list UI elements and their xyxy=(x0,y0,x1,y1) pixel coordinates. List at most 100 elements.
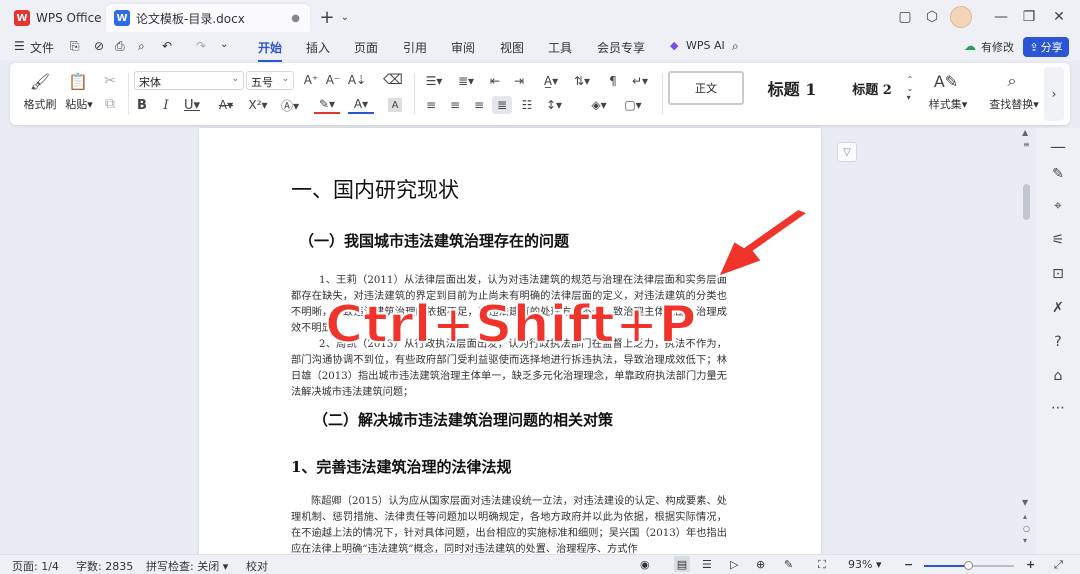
format-painter-button[interactable]: 格式刷 xyxy=(22,97,58,111)
font-name-select[interactable]: 宋体 ⌄ xyxy=(134,71,244,90)
align-center-icon[interactable]: ≡ xyxy=(446,96,464,114)
print-icon[interactable]: ⎙ xyxy=(115,39,125,54)
image-edit-icon[interactable]: ⊡ xyxy=(1048,264,1068,284)
print-preview-icon[interactable]: ⌕ xyxy=(138,39,145,54)
zoom-in-icon[interactable]: + xyxy=(1026,558,1035,571)
scroll-up-icon[interactable]: ▲ xyxy=(1022,128,1028,137)
align-left-icon[interactable]: ≡ xyxy=(422,96,440,114)
ribbon-expand-chevron-icon[interactable]: › xyxy=(1044,67,1064,121)
tab-document[interactable]: W 论文模板-目录.docx ● xyxy=(106,4,310,32)
tab-home[interactable]: 开始 xyxy=(258,39,283,62)
zoom-slider[interactable] xyxy=(924,561,1014,570)
show-marks-icon[interactable]: ¶ xyxy=(604,72,622,90)
write-mode-icon[interactable]: ✎ xyxy=(784,558,793,571)
search-icon[interactable]: ⌕ xyxy=(1002,71,1022,91)
close-tab-icon[interactable]: ● xyxy=(291,13,300,24)
tab-wps-office[interactable]: W WPS Office xyxy=(6,4,110,32)
sort-icon[interactable]: ⇅▾ xyxy=(570,72,594,90)
style-set-icon[interactable]: A✎ xyxy=(934,71,958,91)
zoom-slider-thumb[interactable] xyxy=(964,561,973,570)
scroll-reset-icon[interactable]: ≡ xyxy=(1023,140,1030,149)
word-count[interactable]: 字数: 2835 xyxy=(76,558,133,574)
pen-icon[interactable]: ✎ xyxy=(1048,164,1068,184)
collapse-icon[interactable]: ▽ xyxy=(837,142,857,162)
font-grow-icon[interactable]: A⁺ xyxy=(302,71,320,89)
avatar[interactable] xyxy=(950,6,972,28)
strikethrough-icon[interactable]: A▾ xyxy=(214,96,238,114)
page-view-icon[interactable]: ▤ xyxy=(674,556,690,572)
hamburger-icon[interactable]: ☰ xyxy=(14,39,25,53)
attach-icon[interactable]: ⊘ xyxy=(94,39,104,53)
page-count[interactable]: 页面: 1/4 xyxy=(12,558,59,574)
style-gallery-scroll[interactable]: ⌃ ⌄ ▾ xyxy=(904,73,916,103)
paragraph-mark-icon[interactable]: ↵▾ xyxy=(628,72,652,90)
decrease-indent-icon[interactable]: ⇤ xyxy=(486,72,504,90)
quick-access-chevron-icon[interactable]: ⌄ xyxy=(220,39,228,50)
style-heading-2[interactable]: 标题 2 xyxy=(836,71,908,105)
select-browse-icon[interactable]: ○ xyxy=(1023,524,1030,533)
style-normal[interactable]: 正文 xyxy=(668,71,744,105)
style-set-button[interactable]: 样式集 ▾ xyxy=(924,97,972,112)
collapse-panel-icon[interactable]: — xyxy=(1048,136,1068,156)
scrollbar-thumb[interactable] xyxy=(1023,184,1030,220)
shading-icon[interactable]: ◈▾ xyxy=(586,96,612,114)
adjust-icon[interactable]: ⚟ xyxy=(1048,230,1068,250)
font-size-select[interactable]: 五号 ⌄ xyxy=(246,71,294,90)
clear-format-icon[interactable]: ⌫ xyxy=(383,71,403,89)
find-replace-button[interactable]: 查找替换 ▾ xyxy=(984,97,1044,112)
tab-page[interactable]: 页面 xyxy=(354,39,378,56)
minimize-icon[interactable]: — xyxy=(990,8,1012,26)
cursor-icon[interactable]: ⌖ xyxy=(1048,196,1068,216)
format-painter-icon[interactable]: 🖌 xyxy=(30,71,50,91)
line-spacing-icon[interactable]: ↕▾ xyxy=(542,96,566,114)
fit-page-icon[interactable]: ⛶ xyxy=(818,558,826,572)
undo-icon[interactable]: ↶ xyxy=(162,39,172,53)
play-icon[interactable]: ▷ xyxy=(730,558,738,571)
tab-review[interactable]: 审阅 xyxy=(451,39,475,56)
redo-icon[interactable]: ↷ xyxy=(196,39,206,53)
bold-icon[interactable]: B xyxy=(134,96,150,114)
align-right-icon[interactable]: ≡ xyxy=(470,96,488,114)
font-color-icon[interactable]: A▾ xyxy=(348,96,374,114)
tab-insert[interactable]: 插入 xyxy=(306,39,330,56)
zoom-level[interactable]: 93% ▾ xyxy=(848,558,881,571)
chevron-down-icon[interactable]: ⌄ xyxy=(334,8,356,26)
cut-icon[interactable]: ✂ xyxy=(102,73,118,89)
eye-icon[interactable]: ◉ xyxy=(640,558,650,571)
window-tile-icon[interactable]: ▢ xyxy=(894,8,916,26)
italic-icon[interactable]: I xyxy=(158,96,174,114)
web-view-icon[interactable]: ⊕ xyxy=(756,558,765,571)
tab-references[interactable]: 引用 xyxy=(403,39,427,56)
highlight-color-icon[interactable]: ✎▾ xyxy=(314,96,340,114)
search-icon[interactable]: ⌕ xyxy=(732,39,739,54)
save-icon[interactable]: ⎘ xyxy=(70,39,80,54)
share-button[interactable]: ⇪ 分享 xyxy=(1023,37,1069,57)
chinese-layout-icon[interactable]: A̲▾ xyxy=(538,72,564,90)
shirt-icon[interactable]: ⌂ xyxy=(1048,366,1068,386)
bullet-list-icon[interactable]: ☰▾ xyxy=(422,72,446,90)
edit-status[interactable]: 有修改 xyxy=(981,39,1014,55)
distributed-align-icon[interactable]: ☷ xyxy=(518,96,536,114)
superscript-icon[interactable]: X²▾ xyxy=(246,96,270,114)
close-icon[interactable]: ✕ xyxy=(1048,8,1070,26)
prev-page-icon[interactable]: ▴ xyxy=(1023,512,1027,521)
spell-check[interactable]: 拼写检查: 关闭 ▾ xyxy=(146,558,228,574)
zoom-out-icon[interactable]: − xyxy=(904,558,913,571)
paste-button[interactable]: 粘贴 ▾ xyxy=(62,97,96,112)
font-shrink-icon[interactable]: A⁻ xyxy=(324,71,342,89)
copy-icon[interactable]: ⧉ xyxy=(102,96,118,112)
outline-view-icon[interactable]: ☰ xyxy=(702,558,712,571)
change-case-icon[interactable]: A⇣ xyxy=(348,71,366,89)
cube-icon[interactable]: ⬡ xyxy=(921,8,943,26)
tab-tools[interactable]: 工具 xyxy=(548,39,572,56)
justify-icon[interactable]: ≣ xyxy=(492,96,512,114)
menu-file[interactable]: 文件 xyxy=(30,39,54,56)
fullscreen-icon[interactable]: ⤢ xyxy=(1054,558,1063,572)
underline-icon[interactable]: U▾ xyxy=(182,96,202,114)
numbered-list-icon[interactable]: ≣▾ xyxy=(454,72,478,90)
restore-icon[interactable]: ❐ xyxy=(1018,8,1040,26)
scroll-down-icon[interactable]: ▼ xyxy=(1022,498,1028,507)
next-page-icon[interactable]: ▾ xyxy=(1023,536,1027,545)
tab-member[interactable]: 会员专享 xyxy=(597,39,645,56)
increase-indent-icon[interactable]: ⇥ xyxy=(510,72,528,90)
